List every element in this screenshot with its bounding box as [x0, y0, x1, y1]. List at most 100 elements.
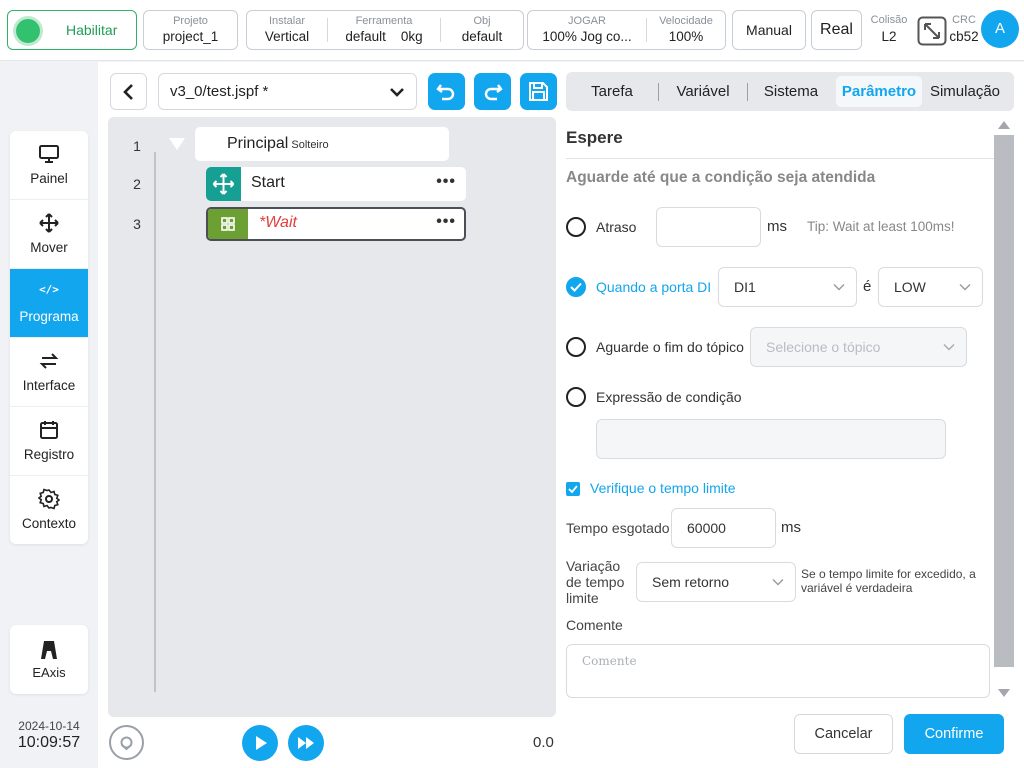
delay-input[interactable]	[656, 207, 761, 247]
tool-value: default 0kg	[345, 29, 423, 44]
nav-item-contexto[interactable]: Contexto	[10, 476, 88, 544]
project-selector[interactable]: Projeto project_1	[143, 10, 238, 50]
project-caption: Projeto	[173, 15, 208, 27]
move-icon	[39, 213, 59, 233]
user-avatar[interactable]: A	[981, 10, 1019, 48]
nav-label: Painel	[30, 171, 68, 186]
collapse-triangle-icon[interactable]	[169, 138, 185, 150]
delay-radio[interactable]	[566, 217, 586, 237]
tree-node-principal[interactable]: Principal Solteiro	[169, 127, 449, 161]
tree-node-start[interactable]: Start •••	[206, 167, 466, 201]
line-number: 3	[133, 216, 141, 232]
swap-icon	[39, 353, 59, 369]
speed-value: 100%	[668, 29, 704, 44]
di-port-select[interactable]: DI1	[718, 267, 857, 307]
save-button[interactable]	[520, 73, 557, 110]
tool-cell[interactable]: Ferramenta default 0kg	[328, 11, 440, 49]
tree-connector	[154, 152, 156, 692]
undo-button[interactable]	[428, 73, 465, 110]
variation-label: Variação de tempo limite	[566, 558, 625, 606]
more-icon[interactable]: •••	[436, 173, 456, 191]
timeout-checkbox[interactable]	[566, 482, 580, 496]
nav-item-registro[interactable]: Registro	[10, 407, 88, 476]
redo-button[interactable]	[474, 73, 511, 110]
date-text: 2024-10-14	[18, 719, 80, 733]
tab-simulacao[interactable]: Simulação	[924, 72, 1006, 111]
jog-cell[interactable]: JOGAR 100% Jog co...	[528, 11, 646, 49]
jog-speed-group[interactable]: JOGAR 100% Jog co... Velocidade 100%	[527, 10, 726, 50]
install-cell[interactable]: Instalar Vertical	[247, 11, 327, 49]
calendar-icon	[40, 421, 58, 439]
step-forward-button[interactable]	[288, 725, 324, 761]
scroll-up-icon[interactable]	[997, 120, 1011, 130]
scroll-down-button[interactable]	[109, 725, 144, 760]
timeout-input[interactable]: 60000	[671, 508, 776, 548]
panel-subtitle: Aguarde até que a condição seja atendida	[566, 169, 876, 186]
collision-level[interactable]: Colisão L2	[866, 14, 912, 45]
real-mode-button[interactable]: Real	[811, 10, 862, 50]
tool-caption: Ferramenta	[355, 15, 413, 27]
variation-select[interactable]: Sem retorno	[636, 562, 796, 602]
nav-item-painel[interactable]: Painel	[10, 131, 88, 200]
tab-sistema[interactable]: Sistema	[748, 72, 834, 111]
jog-value: 100% Jog co...	[542, 29, 632, 44]
back-button[interactable]	[110, 73, 147, 110]
timeout-label: Tempo esgotado	[566, 520, 670, 536]
project-value: project_1	[162, 29, 219, 44]
enable-status-icon	[16, 19, 40, 43]
panel-title: Espere	[566, 128, 623, 147]
nav-item-eaxis[interactable]: EAxis	[10, 625, 88, 694]
crc-value: cb52	[949, 29, 979, 44]
play-button[interactable]	[242, 725, 278, 761]
crc-readout: CRC cb52	[947, 14, 981, 45]
chevron-down-icon	[772, 579, 784, 586]
di-port-radio[interactable]	[566, 277, 586, 297]
manual-mode-button[interactable]: Manual	[732, 10, 806, 50]
scrollbar-thumb[interactable]	[994, 135, 1014, 667]
more-icon[interactable]: •••	[436, 213, 456, 231]
obj-caption: Obj	[473, 15, 491, 27]
comment-textarea[interactable]: Comente	[566, 644, 990, 698]
delay-unit: ms	[767, 218, 787, 235]
expand-icon[interactable]	[917, 16, 947, 49]
obj-cell[interactable]: Obj default	[441, 11, 523, 49]
speed-cell[interactable]: Velocidade 100%	[647, 11, 725, 49]
expression-input[interactable]	[596, 419, 946, 459]
install-tool-group[interactable]: Instalar Vertical Ferramenta default 0kg…	[246, 10, 524, 50]
nav-label: Mover	[30, 240, 68, 255]
topic-radio[interactable]	[566, 337, 586, 357]
nav-item-interface[interactable]: Interface	[10, 338, 88, 407]
di-level-select[interactable]: LOW	[878, 267, 983, 307]
save-icon	[529, 82, 548, 101]
tab-parametro[interactable]: Parâmetro	[836, 76, 922, 107]
node-label: Principal Solteiro	[227, 135, 329, 152]
confirm-button[interactable]: Confirme	[904, 714, 1004, 754]
check-icon	[570, 282, 582, 292]
is-label: é	[863, 278, 872, 295]
chevron-down-icon	[390, 88, 404, 97]
chevron-down-icon	[959, 284, 971, 291]
gear-icon	[38, 488, 60, 510]
nav-item-mover[interactable]: Mover	[10, 200, 88, 269]
tab-variavel[interactable]: Variável	[659, 72, 747, 111]
expression-radio[interactable]	[566, 387, 586, 407]
jog-caption: JOGAR	[568, 15, 606, 27]
enable-button[interactable]: Habilitar	[7, 10, 137, 50]
cancel-button[interactable]: Cancelar	[794, 714, 893, 754]
tab-tarefa[interactable]: Tarefa	[566, 72, 658, 111]
node-label: Start	[251, 174, 285, 191]
form-scrollbar[interactable]	[994, 117, 1014, 703]
delay-label: Atraso	[596, 219, 637, 235]
nav-label: Registro	[23, 447, 75, 462]
file-selector[interactable]: v3_0/test.jspf *	[158, 73, 417, 110]
nav-label: Contexto	[21, 516, 77, 531]
code-icon: </>	[39, 283, 59, 296]
line-number: 1	[133, 138, 141, 154]
undo-icon	[436, 84, 455, 101]
tree-node-wait[interactable]: *Wait •••	[206, 207, 466, 241]
scroll-down-icon[interactable]	[997, 688, 1011, 698]
nav-item-programa[interactable]: </> Programa	[10, 269, 88, 338]
expression-label: Expressão de condição	[596, 389, 742, 405]
collision-value: L2	[881, 29, 897, 44]
topic-select[interactable]: Selecione o tópico	[750, 327, 967, 367]
